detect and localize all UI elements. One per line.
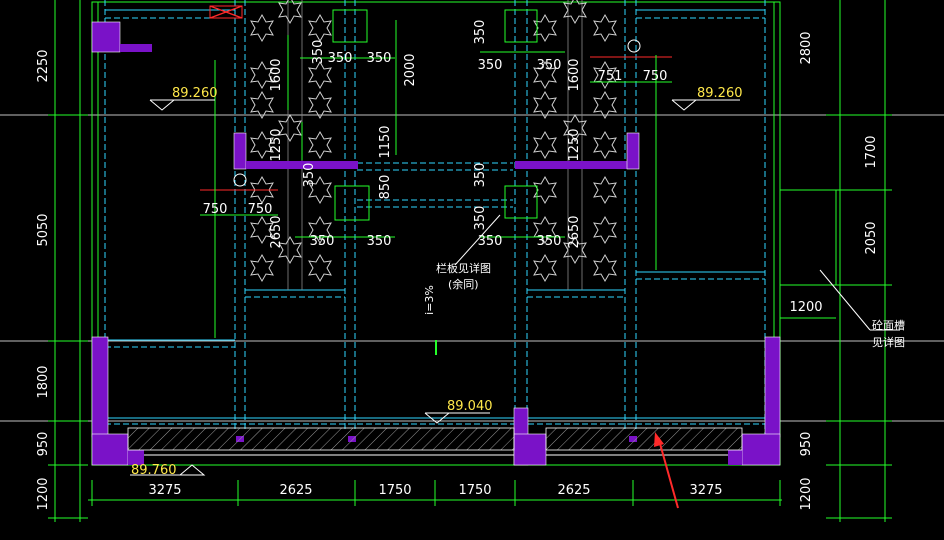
notes: 栏板见详图 (余同) i=3% 砼面槽 见详图 [423, 261, 905, 349]
dim-2650: 2650 [269, 215, 284, 248]
dim-right-2: 1700 [864, 135, 879, 168]
dim-right-3: 2050 [864, 221, 879, 254]
dim-bottom-6: 3275 [689, 483, 722, 498]
right-dimensions: 2800 1700 2050 950 1200 [799, 31, 879, 510]
slope-note: i=3% [423, 285, 436, 315]
dim-850: 850 [378, 175, 393, 200]
dim-right-5: 1200 [799, 477, 814, 510]
dim-350: 350 [310, 234, 335, 249]
stair-note: 栏板见详图 [436, 261, 491, 275]
dim-350: 350 [367, 234, 392, 249]
column-mid-right [626, 132, 640, 170]
dim-1250: 1250 [269, 128, 284, 161]
dim-2000: 2000 [403, 53, 418, 86]
dim-left-3: 1800 [36, 365, 51, 398]
dim-left-1: 2250 [36, 49, 51, 82]
column-bottom-left [91, 433, 129, 466]
cad-drawing-canvas[interactable]: 3275 2625 1750 1750 2625 3275 2250 5050 … [0, 0, 944, 540]
dim-2650: 2650 [567, 215, 582, 248]
elevation-label: 89.040 [447, 399, 493, 414]
dim-350: 350 [328, 51, 353, 66]
dim-750: 750 [643, 69, 668, 84]
right-note-sub: 见详图 [872, 335, 905, 349]
dim-1250: 1250 [567, 128, 582, 161]
dim-350: 350 [473, 206, 488, 231]
dim-left-2: 5050 [36, 213, 51, 246]
dim-350: 350 [473, 20, 488, 45]
dim-750: 750 [248, 202, 273, 217]
dim-350: 350 [302, 163, 317, 188]
dim-bottom-4: 1750 [458, 483, 491, 498]
building-outline [91, 1, 781, 466]
dim-left-4: 950 [36, 432, 51, 457]
dim-350: 350 [537, 58, 562, 73]
dim-1600: 1600 [567, 58, 582, 91]
column-left-lower [91, 336, 109, 438]
dim-bottom-5: 2625 [557, 483, 590, 498]
column-mid-left [233, 132, 247, 170]
dim-1600: 1600 [269, 58, 284, 91]
right-note: 砼面槽 [872, 319, 905, 332]
elevation-label: 89.760 [131, 463, 177, 478]
elevation-label: 89.260 [697, 86, 743, 101]
dim-bottom-3: 1750 [378, 483, 411, 498]
column-right-lower [764, 336, 781, 438]
dim-350: 350 [537, 234, 562, 249]
elevation-label: 89.260 [172, 86, 218, 101]
elevation-labels: 89.260 89.260 89.040 89.760 [131, 86, 743, 478]
dim-750: 750 [203, 202, 228, 217]
column-top-left [91, 21, 121, 53]
left-dimensions: 2250 5050 1800 950 1200 [36, 49, 51, 510]
dim-350: 350 [367, 51, 392, 66]
axis-lines [104, 0, 766, 440]
inner-dimension-lines [200, 9, 837, 338]
stair-note-sub: (余同) [448, 277, 479, 291]
dim-350: 350 [473, 163, 488, 188]
dim-right-1: 2800 [799, 31, 814, 64]
dim-right-4: 950 [799, 432, 814, 457]
dim-1200: 1200 [789, 300, 822, 315]
dim-751: 751 [598, 69, 623, 84]
dim-bottom-1: 3275 [148, 483, 181, 498]
dim-1150: 1150 [378, 125, 393, 158]
dim-left-5: 1200 [36, 477, 51, 510]
dim-350: 350 [478, 234, 503, 249]
dim-350: 350 [311, 40, 326, 65]
column-bottom-right [741, 433, 781, 466]
dim-bottom-2: 2625 [279, 483, 312, 498]
dim-350: 350 [478, 58, 503, 73]
hatched-strip [127, 427, 743, 451]
